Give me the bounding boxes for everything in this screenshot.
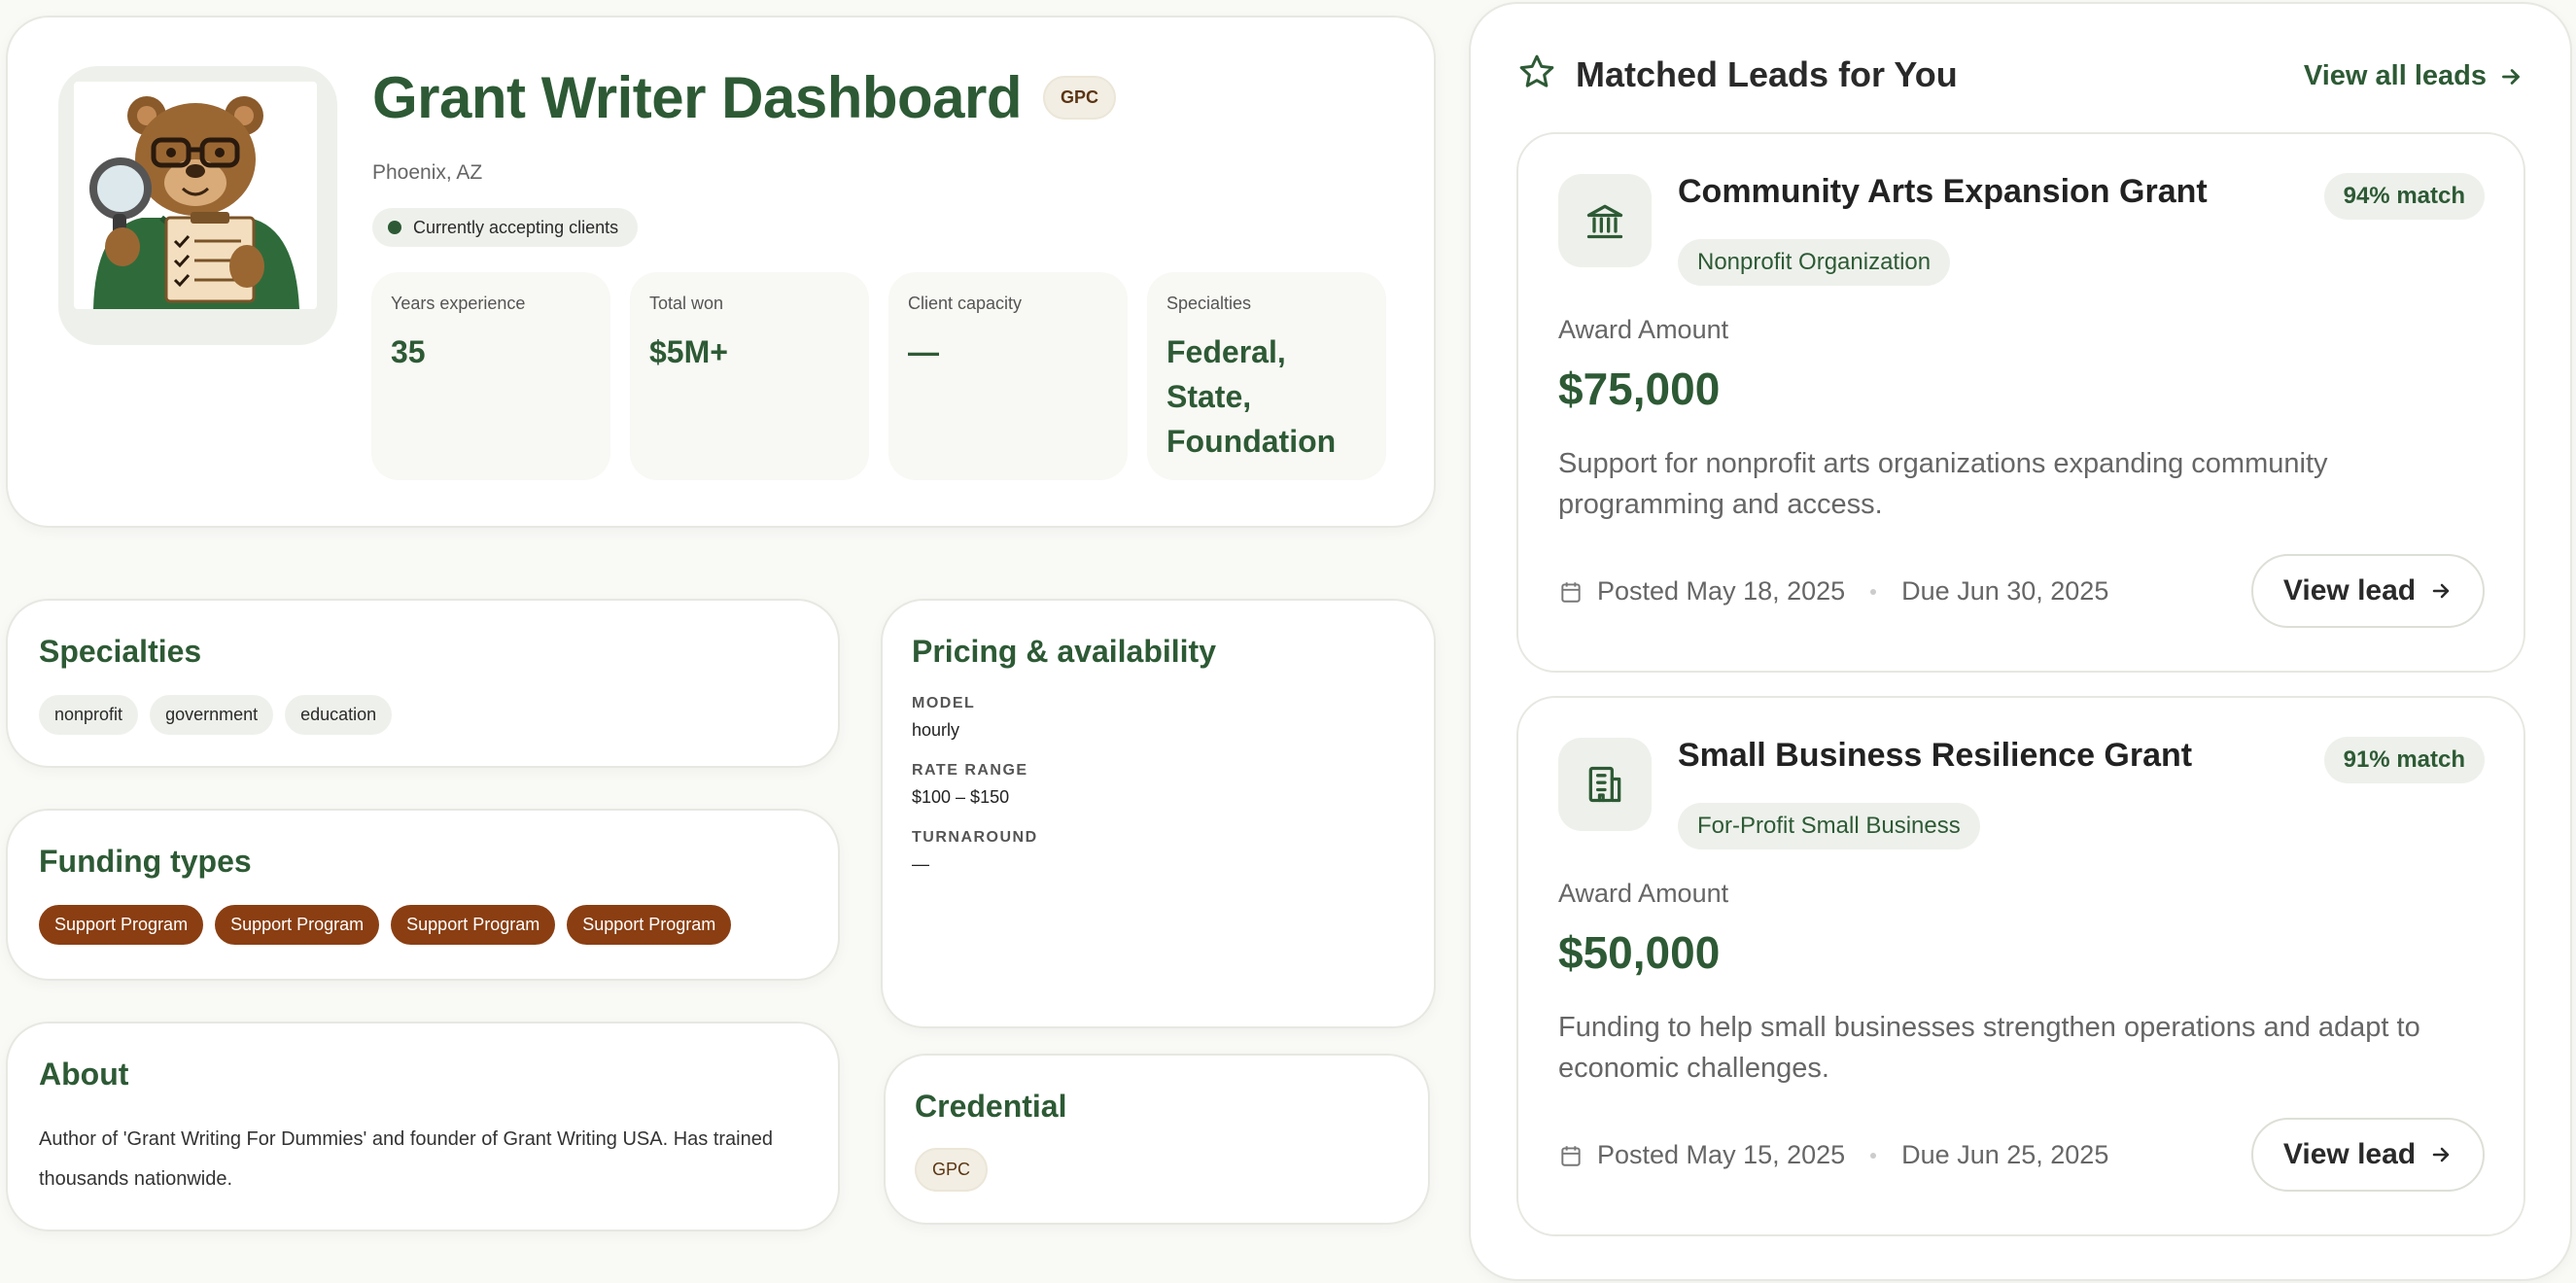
posted-date: Posted May 15, 2025 — [1597, 1140, 1846, 1169]
about-text: Author of 'Grant Writing For Dummies' an… — [39, 1128, 773, 1190]
view-lead-button[interactable]: View lead — [2251, 1118, 2485, 1192]
about-card: About Author of 'Grant Writing For Dummi… — [6, 1022, 840, 1231]
lead-name: Small Business Resilience Grant — [1678, 737, 2193, 774]
funding-tag: Support Program — [215, 905, 380, 945]
stat-label: Total won — [649, 294, 724, 313]
model-label: MODEL — [912, 695, 976, 711]
arrow-right-icon — [2432, 1147, 2450, 1162]
specialty-tag: education — [285, 695, 393, 735]
section-title: Credential — [915, 1089, 1067, 1124]
turnaround-label: TURNAROUND — [912, 829, 1038, 846]
view-lead-label: View lead — [2282, 574, 2417, 607]
rate-range-value: $100 – $150 — [912, 787, 1010, 807]
title-row: Grant Writer Dashboard GPC — [372, 64, 1117, 131]
section-title: Specialties — [39, 634, 202, 669]
award-label: Award Amount — [1558, 879, 1729, 908]
status-dot-icon — [388, 221, 401, 234]
availability-status: Currently accepting clients — [372, 208, 639, 247]
due-date: Due Jun 25, 2025 — [1901, 1140, 2109, 1169]
credential-tags: GPC — [915, 1148, 1399, 1192]
lead-card: Community Arts Expansion Grant Nonprofit… — [1516, 132, 2525, 673]
section-title: Pricing & availability — [912, 634, 1216, 669]
profile-card: Grant Writer Dashboard GPC Phoenix, AZ C… — [6, 16, 1436, 528]
lead-name: Community Arts Expansion Grant — [1678, 173, 2208, 210]
page-title: Grant Writer Dashboard — [372, 65, 1023, 130]
view-all-leads-link[interactable]: View all leads — [2304, 60, 2524, 92]
match-badge: 91% match — [2323, 737, 2485, 783]
award-amount: $50,000 — [1558, 927, 1721, 978]
meta-separator — [1870, 1152, 1877, 1159]
turnaround-value: — — [912, 854, 929, 874]
stat-label: Specialties — [1166, 294, 1252, 313]
funding-tag: Support Program — [39, 905, 204, 945]
funding-types-card: Funding types Support Program Support Pro… — [6, 809, 840, 981]
lead-category-badge: For-Profit Small Business — [1678, 803, 1980, 850]
funding-tag: Support Program — [567, 905, 732, 945]
funding-tag: Support Program — [391, 905, 556, 945]
specialty-tags: nonprofit government education — [39, 695, 807, 735]
leads-title: Matched Leads for You — [1576, 53, 1958, 94]
award-label: Award Amount — [1558, 315, 1729, 344]
leads-header: Matched Leads for You — [1517, 52, 1958, 96]
credential-badge: GPC — [915, 1148, 989, 1192]
stat-value: 35 — [391, 334, 426, 369]
stat-total-won: Total won $5M+ — [630, 272, 869, 480]
calendar-icon — [1561, 1145, 1581, 1166]
view-all-label: View all leads — [2303, 60, 2487, 91]
funding-tags: Support Program Support Program Support Pr… — [39, 905, 807, 945]
due-date: Due Jun 30, 2025 — [1901, 576, 2109, 606]
stat-label: Client capacity — [908, 294, 1023, 313]
arrow-right-icon — [2502, 68, 2520, 85]
model-value: hourly — [912, 720, 960, 740]
posted-date: Posted May 18, 2025 — [1597, 576, 1846, 606]
credential-card: Credential GPC — [884, 1054, 1430, 1225]
pricing-card: Pricing & availability MODEL hourly RATE… — [881, 599, 1436, 1028]
bear-mascot-image — [74, 82, 317, 309]
lead-description: Funding to help small businesses strengt… — [1558, 1012, 2420, 1084]
stat-specialties: Specialties Federal, State, Foundation — [1147, 272, 1386, 480]
meta-separator — [1870, 588, 1877, 595]
arrow-right-icon — [2432, 583, 2450, 599]
location-text: Phoenix, AZ — [372, 161, 483, 184]
status-label: Currently accepting clients — [413, 217, 619, 237]
lead-meta: Posted May 18, 2025 Due Jun 30, 2025 — [1558, 576, 2108, 607]
award-amount: $75,000 — [1558, 364, 1721, 414]
lead-meta: Posted May 15, 2025 Due Jun 25, 2025 — [1558, 1140, 2108, 1170]
view-lead-button[interactable]: View lead — [2251, 554, 2485, 628]
stat-years-experience: Years experience 35 — [371, 272, 610, 480]
match-badge: 94% match — [2323, 173, 2485, 220]
stat-client-capacity: Client capacity — — [888, 272, 1128, 480]
lead-category-badge: Nonprofit Organization — [1678, 239, 1951, 286]
avatar — [58, 66, 337, 345]
star-icon — [1517, 52, 1556, 96]
rate-range-label: RATE RANGE — [912, 762, 1028, 779]
specialty-tag: government — [150, 695, 274, 735]
building-icon — [1558, 738, 1652, 831]
lead-description: Support for nonprofit arts organizations… — [1558, 448, 2328, 520]
credential-badge: GPC — [1043, 76, 1117, 120]
matched-leads-panel: Matched Leads for You View all leads Com… — [1469, 2, 2572, 1281]
calendar-icon — [1561, 581, 1581, 603]
landmark-icon — [1558, 174, 1652, 267]
stat-value: Federal, State, Foundation — [1166, 334, 1337, 459]
specialty-tag: nonprofit — [39, 695, 139, 735]
stat-value: $5M+ — [649, 334, 728, 369]
section-title: About — [39, 1057, 129, 1092]
stat-value: — — [908, 334, 939, 369]
view-lead-label: View lead — [2282, 1138, 2417, 1170]
lead-card: Small Business Resilience Grant For-Prof… — [1516, 696, 2525, 1236]
section-title: Funding types — [39, 844, 252, 879]
stat-label: Years experience — [391, 294, 526, 313]
specialties-card: Specialties nonprofit government education — [6, 599, 840, 768]
